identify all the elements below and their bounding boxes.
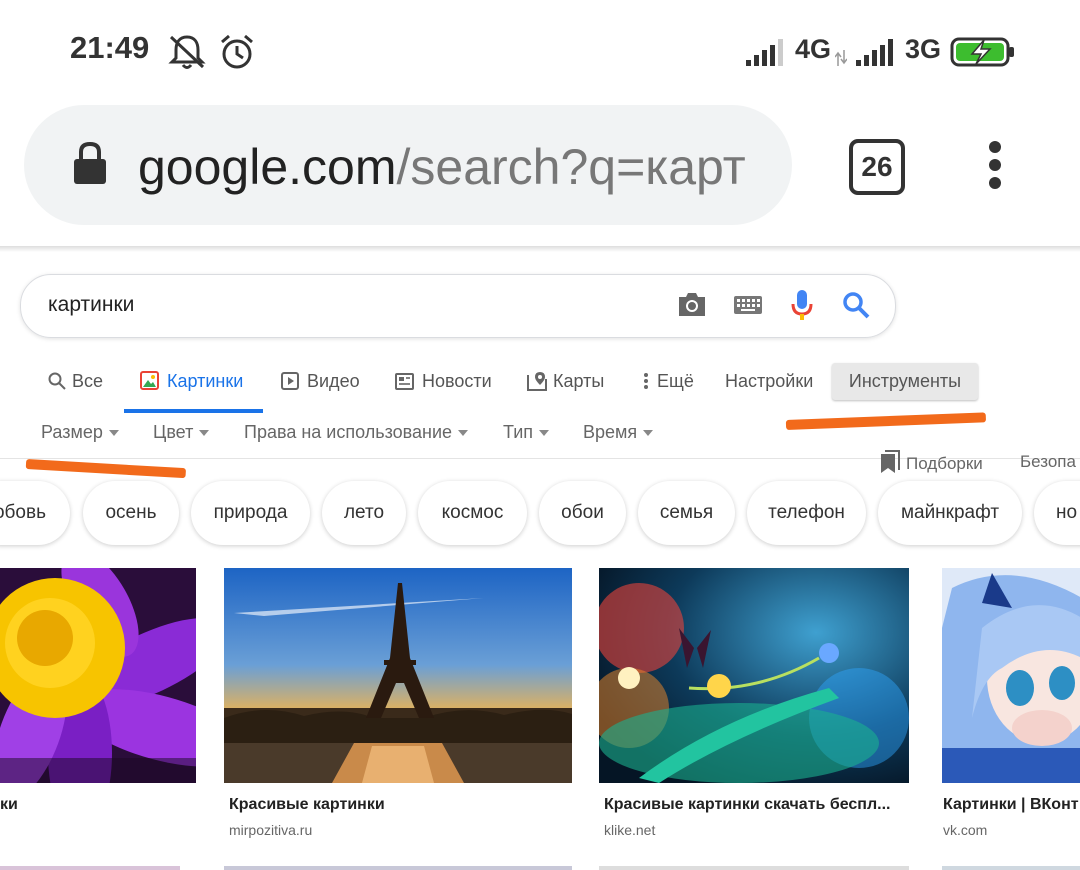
more-icon <box>644 373 648 389</box>
filter-usage-rights[interactable]: Права на использование <box>244 422 469 443</box>
menu-dot <box>989 177 1001 189</box>
tab-settings[interactable]: Настройки <box>725 371 813 392</box>
bookmark-icon <box>881 450 900 473</box>
anime-girl-thumbnail <box>942 568 1080 783</box>
menu-dot <box>989 141 1001 153</box>
result-title[interactable]: Красивые картинки скачать беспл... <box>604 796 890 814</box>
filter-time[interactable]: Время <box>583 422 654 443</box>
tab-label: Новости <box>422 371 492 391</box>
tab-images[interactable]: Картинки <box>140 371 243 392</box>
caret-down-icon <box>199 430 210 437</box>
tab-label: Картинки <box>167 371 244 391</box>
tab-label: Карты <box>553 371 605 391</box>
image-icon <box>140 371 159 390</box>
suggestion-chip[interactable]: но <box>1034 481 1080 545</box>
flower-thumbnail <box>0 568 196 783</box>
tab-more[interactable]: Ещё <box>643 371 694 392</box>
collections-link[interactable]: Подборки <box>880 450 983 474</box>
result-domain: klike.net <box>604 822 656 838</box>
tab-label: Ещё <box>657 371 694 391</box>
next-row-thumbnails <box>0 866 1080 870</box>
filter-label: Тип <box>503 422 534 442</box>
annotation-underline <box>785 412 987 430</box>
tab-video[interactable]: Видео <box>281 371 360 392</box>
result-domain: vk.com <box>943 822 988 838</box>
tab-label: Все <box>72 371 104 391</box>
search-input[interactable]: картинки <box>48 293 134 317</box>
network-3g-label: 3G <box>905 34 942 64</box>
video-icon <box>281 372 299 390</box>
alarm-icon <box>221 34 253 69</box>
status-time: 21:49 <box>70 30 150 65</box>
data-arrows-icon <box>835 50 847 66</box>
eiffel-tower-thumbnail <box>224 568 572 783</box>
result-title[interactable]: Красивые картинки <box>229 796 385 814</box>
caret-down-icon <box>458 430 469 437</box>
tools-button[interactable]: Инструменты <box>832 363 978 400</box>
menu-dot <box>989 159 1001 171</box>
search-icon[interactable] <box>842 291 870 319</box>
image-result[interactable] <box>599 568 909 783</box>
search-icon <box>48 372 66 390</box>
lock-icon <box>74 141 106 184</box>
tab-maps[interactable]: Карты <box>527 371 604 392</box>
suggestion-chip[interactable]: лето <box>322 481 406 545</box>
caret-down-icon <box>539 430 550 437</box>
tab-switcher-button[interactable]: 26 <box>849 139 905 195</box>
filter-label: Время <box>583 422 638 442</box>
filter-label: Размер <box>41 422 103 442</box>
news-icon <box>395 373 414 390</box>
camera-icon[interactable] <box>677 290 707 318</box>
image-result[interactable] <box>224 568 572 783</box>
url-text[interactable]: google.com/search?q=карт <box>138 138 764 196</box>
suggestion-chip[interactable]: майнкрафт <box>878 481 1022 545</box>
url-path: /search?q=карт <box>396 139 746 195</box>
microphone-icon[interactable] <box>790 289 814 321</box>
safe-search-link[interactable]: Безопа <box>1020 452 1076 472</box>
suggestion-chip[interactable]: телефон <box>747 481 866 545</box>
filter-label: Цвет <box>153 422 194 442</box>
toolbar-shadow <box>0 246 1080 252</box>
caret-down-icon <box>643 430 654 437</box>
mute-icon <box>168 35 206 69</box>
suggestion-chip[interactable]: обои <box>539 481 626 545</box>
tab-all[interactable]: Все <box>48 371 103 392</box>
filter-size[interactable]: Размер <box>41 422 119 443</box>
map-icon <box>527 372 547 391</box>
filter-color[interactable]: Цвет <box>153 422 210 443</box>
result-title[interactable]: Картинки | ВКонт <box>943 796 1079 814</box>
keyboard-icon[interactable] <box>733 294 763 316</box>
caret-down-icon <box>108 430 119 437</box>
url-host: google.com <box>138 139 397 195</box>
active-tab-indicator <box>124 409 263 413</box>
result-domain: mirpozitiva.ru <box>229 822 313 838</box>
signal-icon <box>856 39 893 66</box>
image-result[interactable] <box>0 568 196 783</box>
battery-charging-icon <box>950 37 1014 67</box>
collections-label: Подборки <box>906 454 983 473</box>
suggestion-chip[interactable]: осень <box>83 481 179 545</box>
tab-label: Видео <box>307 371 360 391</box>
suggestion-chip[interactable]: обовь <box>0 481 70 545</box>
network-4g-label: 4G <box>795 34 832 64</box>
suggestion-chip[interactable]: природа <box>191 481 310 545</box>
signal-icon <box>746 39 783 66</box>
image-result[interactable] <box>942 568 1080 783</box>
suggestion-chip[interactable]: семья <box>638 481 735 545</box>
tab-news[interactable]: Новости <box>395 371 492 392</box>
fantasy-butterfly-thumbnail <box>599 568 909 783</box>
result-title[interactable]: ки <box>0 796 18 814</box>
filter-type[interactable]: Тип <box>503 422 550 443</box>
browser-menu-button[interactable] <box>975 135 1015 195</box>
annotation-underline <box>25 459 187 479</box>
filter-label: Права на использование <box>244 422 453 442</box>
search-box[interactable] <box>20 274 896 338</box>
suggestion-chip[interactable]: космос <box>418 481 527 545</box>
